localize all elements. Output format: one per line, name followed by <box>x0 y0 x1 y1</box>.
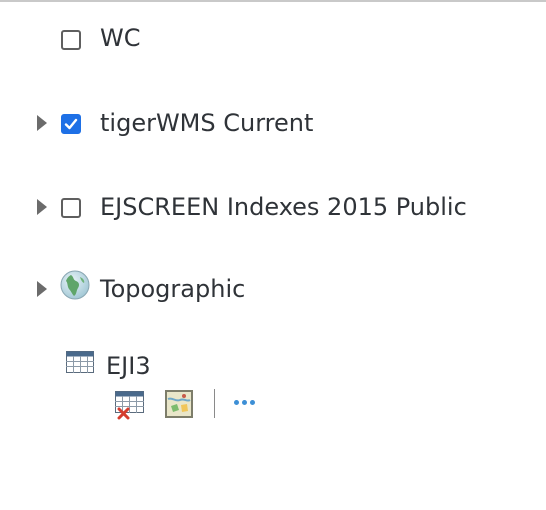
layer-checkbox-tigerwms-current[interactable] <box>61 114 81 134</box>
layer-label-tigerwms-current[interactable]: tigerWMS Current <box>100 109 313 137</box>
expand-arrow-icon[interactable] <box>37 199 47 215</box>
layer-label-wc[interactable]: WC <box>100 24 141 52</box>
checkmark-icon <box>64 118 78 130</box>
remove-table-icon[interactable] <box>115 391 147 421</box>
layer-checkbox-wc[interactable] <box>61 30 81 50</box>
expand-arrow-icon[interactable] <box>37 115 47 131</box>
action-divider <box>214 389 215 418</box>
table-label-eji3: EJI3 <box>106 352 151 380</box>
map-icon[interactable] <box>165 390 193 418</box>
more-options-icon[interactable] <box>234 400 255 405</box>
expand-arrow-icon[interactable] <box>37 281 47 297</box>
layer-label-topographic[interactable]: Topographic <box>100 275 245 303</box>
dot <box>242 400 247 405</box>
dot <box>234 400 239 405</box>
layer-label-ejscreen[interactable]: EJSCREEN Indexes 2015 Public <box>100 193 467 221</box>
panel-top-border <box>0 0 546 2</box>
basemap-globe-icon <box>60 270 90 300</box>
dot <box>250 400 255 405</box>
table-icon <box>66 351 94 373</box>
layer-checkbox-ejscreen[interactable] <box>61 198 81 218</box>
